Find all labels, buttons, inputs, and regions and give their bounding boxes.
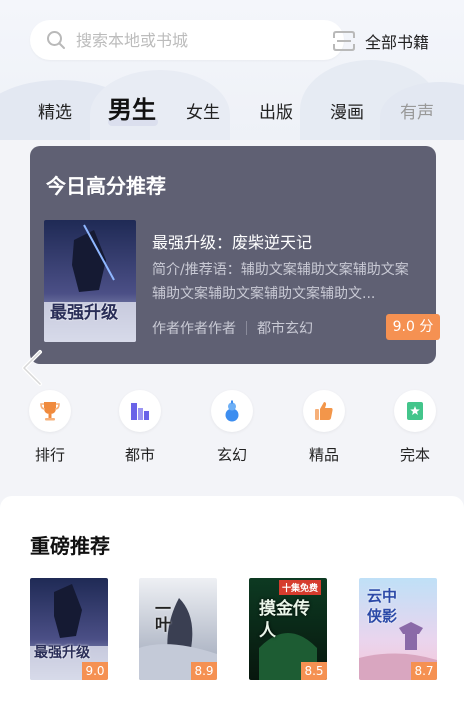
recommend-book-cover[interactable]: 最强升级 [44,220,136,342]
recommend-book-title[interactable]: 最强升级：废柴逆天记 [152,229,312,253]
search-icon [47,31,65,49]
book-cover-title: 云中侠影 [367,587,398,625]
scan-icon[interactable] [332,30,356,52]
book-score-badge: 8.7 [411,662,437,680]
category-city[interactable]: 都市 [110,390,170,465]
tab-featured[interactable]: 精选 [38,98,72,123]
recommend-score-badge: 9.0 分 [386,314,440,340]
featured-book-2[interactable]: 一叶 8.9 [139,578,217,680]
meta-divider [246,321,247,335]
featured-section-title: 重磅推荐 [30,534,110,558]
category-completed[interactable]: 完本 [385,390,445,465]
book-cover-title: 一叶 [152,600,171,632]
category-label: 精品 [308,446,339,464]
search-bar[interactable] [30,20,355,60]
chevron-left-icon[interactable] [16,348,46,388]
recommend-book-intro: 简介/推荐语：辅助文案辅助文案辅助文案辅助文案辅助文案辅助文案辅助文... [152,262,409,302]
featured-book-4[interactable]: 云中侠影 8.7 [359,578,437,680]
featured-section: 重磅推荐 最强升级 9.0 一叶 8.9 十集免费 摸金传人 8.5 云中侠影 … [0,496,464,706]
tab-male[interactable]: 男生 [108,90,156,125]
category-label: 玄幻 [216,446,247,464]
book-score-badge: 8.5 [301,662,327,680]
gourd-icon [225,400,239,422]
category-label: 完本 [399,446,430,464]
recommend-section-title: 今日高分推荐 [46,174,166,198]
recommend-author: 作者作者作者 [152,321,236,337]
category-tabs: 精选 男生 女生 出版 漫画 有声 [0,88,464,132]
tab-female[interactable]: 女生 [186,98,220,123]
high-score-recommend-card[interactable]: 今日高分推荐 最强升级 最强升级：废柴逆天记 简介/推荐语：辅助文案辅助文案辅助… [30,146,440,364]
recommend-book-meta: 作者作者作者 都市玄幻 [152,318,313,338]
category-label: 排行 [34,446,65,464]
category-fantasy[interactable]: 玄幻 [202,390,262,465]
free-episodes-ribbon: 十集免费 [279,580,322,595]
tab-publish[interactable]: 出版 [259,98,293,123]
category-ranking[interactable]: 排行 [20,390,80,465]
recommend-cover-title: 最强升级 [50,303,118,323]
category-label: 都市 [124,446,155,464]
category-shortcuts: 排行 都市 玄幻 精品 完本 [0,390,464,480]
book-score-badge: 9.0 [82,662,108,680]
thumbs-up-icon [315,402,333,420]
book-star-icon [407,402,423,420]
tab-audio[interactable]: 有声 [400,98,434,123]
trophy-icon [40,402,60,421]
book-score-badge: 8.9 [191,662,217,680]
category-premium[interactable]: 精品 [294,390,354,465]
all-books-link[interactable]: 全部书籍 [365,29,429,53]
city-icon [131,403,149,420]
featured-book-1[interactable]: 最强升级 9.0 [30,578,108,680]
tab-comics[interactable]: 漫画 [330,98,364,123]
recommend-genre: 都市玄幻 [257,321,313,337]
book-cover-title: 最强升级 [34,645,90,661]
featured-book-3[interactable]: 十集免费 摸金传人 8.5 [249,578,327,680]
search-input[interactable] [76,28,296,52]
book-cover-title: 摸金传人 [259,599,310,641]
